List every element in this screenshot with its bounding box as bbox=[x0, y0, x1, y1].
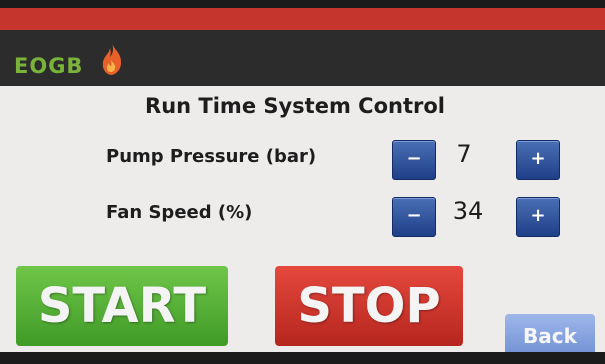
flame-icon bbox=[102, 43, 122, 75]
device-screen: EOGB Run Time System Control Pump Pressu… bbox=[0, 8, 605, 358]
stop-button[interactable]: STOP bbox=[275, 266, 463, 346]
pump-pressure-value: 7 bbox=[456, 140, 472, 168]
logo-text: EOGB bbox=[14, 54, 84, 78]
pump-pressure-increment-button[interactable]: + bbox=[516, 140, 560, 180]
pump-pressure-decrement-button[interactable]: − bbox=[392, 140, 436, 180]
header-red-bar bbox=[0, 8, 605, 30]
eogb-logo: EOGB bbox=[14, 43, 124, 80]
fan-speed-value: 34 bbox=[452, 197, 484, 225]
fan-speed-decrement-button[interactable]: − bbox=[392, 197, 436, 237]
fan-speed-increment-button[interactable]: + bbox=[516, 197, 560, 237]
device-bezel-bottom bbox=[0, 352, 605, 364]
page-title: Run Time System Control bbox=[145, 94, 445, 118]
start-button[interactable]: START bbox=[16, 266, 228, 346]
fan-speed-label: Fan Speed (%) bbox=[106, 202, 253, 223]
pump-pressure-label: Pump Pressure (bar) bbox=[106, 146, 317, 167]
